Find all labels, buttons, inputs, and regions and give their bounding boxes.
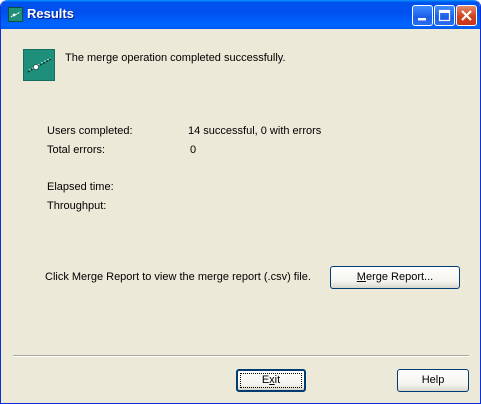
merge-report-mnemonic: M bbox=[356, 271, 366, 283]
maximize-button[interactable] bbox=[434, 5, 455, 26]
throughput-label: Throughput: bbox=[47, 200, 107, 212]
users-completed-value: 14 successful, 0 with errors bbox=[188, 125, 322, 137]
merge-success-icon bbox=[23, 49, 55, 81]
minimize-icon bbox=[418, 18, 426, 21]
merge-report-button[interactable]: Merge Report... bbox=[330, 266, 460, 289]
elapsed-time-label: Elapsed time: bbox=[47, 181, 114, 193]
maximize-icon bbox=[438, 9, 451, 22]
title-bar[interactable]: Results bbox=[1, 0, 480, 29]
focus-rectangle bbox=[240, 373, 302, 388]
close-button[interactable] bbox=[456, 5, 477, 26]
footer-divider bbox=[13, 355, 469, 357]
merge-report-instruction: Click Merge Report to view the merge rep… bbox=[45, 271, 311, 283]
help-button[interactable]: Help bbox=[397, 369, 469, 392]
total-errors-value: 0 bbox=[190, 144, 197, 156]
status-message: The merge operation completed successful… bbox=[65, 52, 286, 64]
exit-button[interactable]: Exit bbox=[236, 369, 306, 392]
total-errors-label: Total errors: bbox=[47, 144, 106, 156]
results-dialog: Results The merge operation completed su… bbox=[0, 0, 481, 404]
merge-report-label: erge Report... bbox=[365, 271, 434, 283]
minimize-button[interactable] bbox=[412, 5, 433, 26]
close-icon bbox=[461, 10, 472, 21]
users-completed-label: Users completed: bbox=[47, 125, 133, 137]
window-title: Results bbox=[27, 6, 74, 21]
app-icon bbox=[8, 7, 23, 22]
